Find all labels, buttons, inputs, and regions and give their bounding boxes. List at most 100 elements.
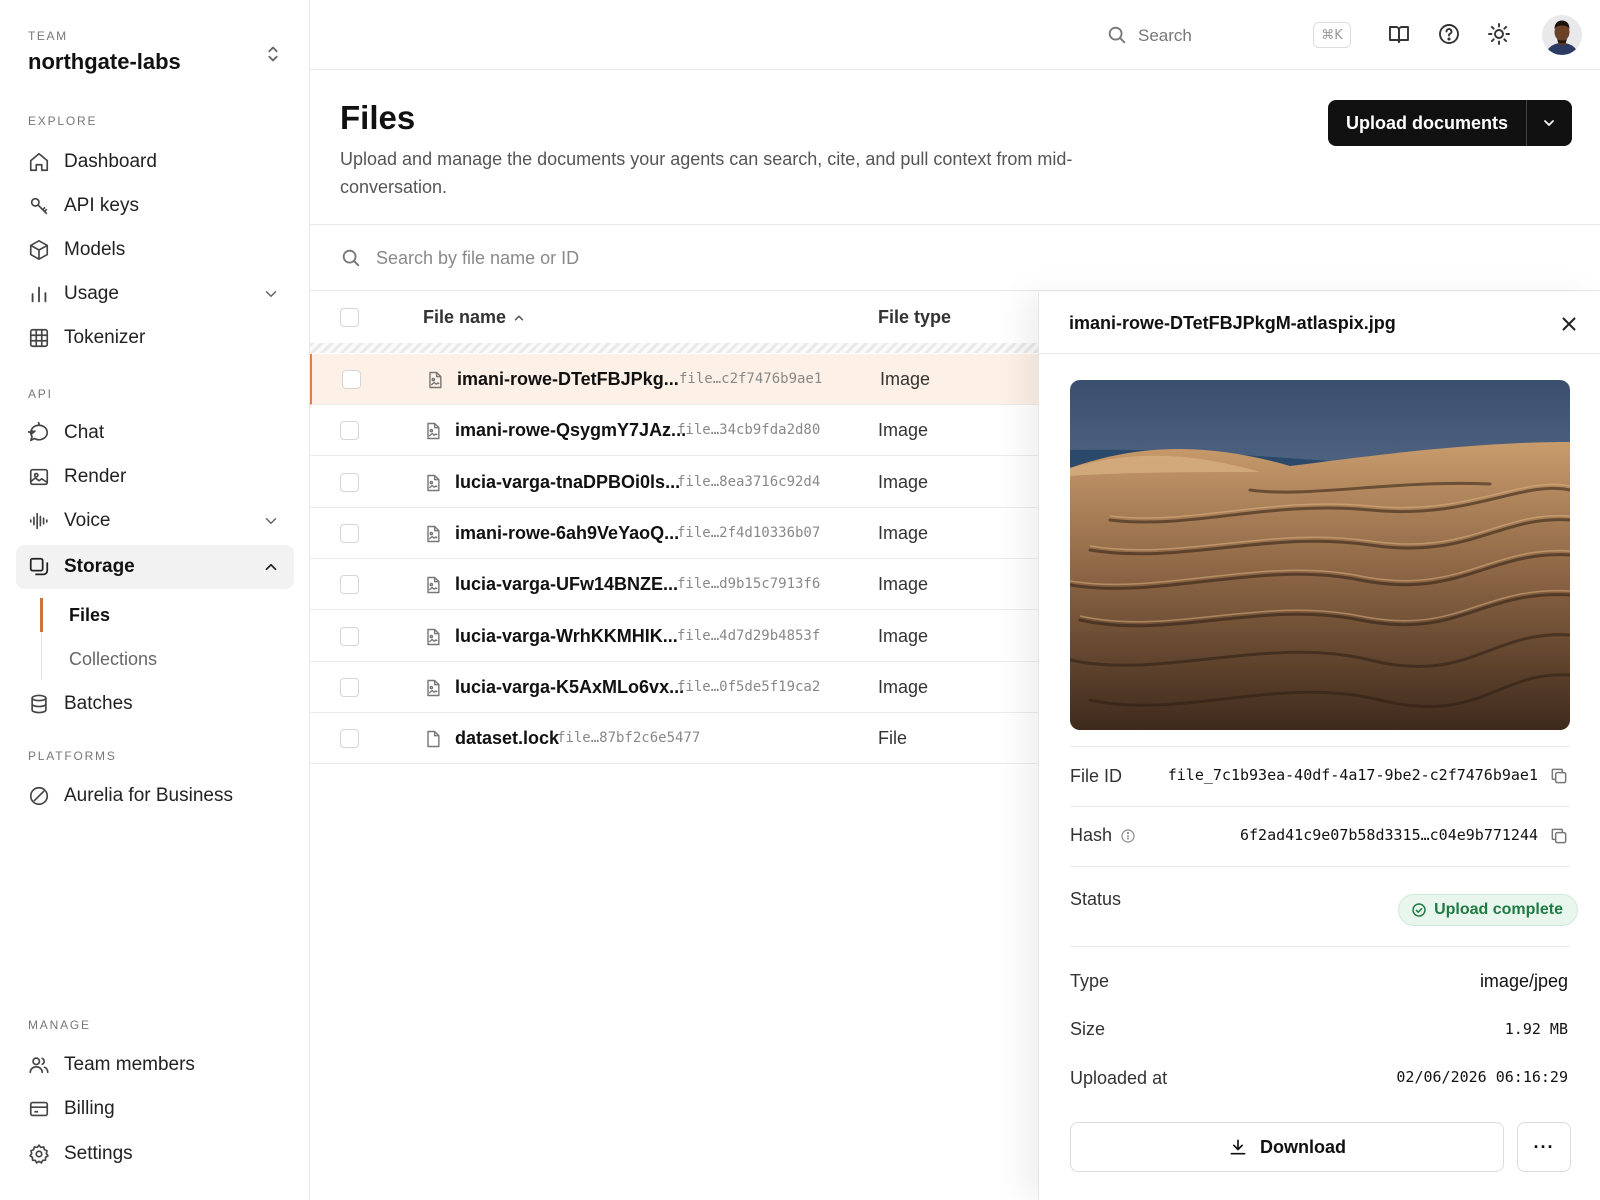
size-label: Size: [1070, 1019, 1106, 1039]
book-icon[interactable]: [1387, 22, 1411, 46]
waveform-icon: [28, 510, 50, 532]
sidebar-item-dashboard[interactable]: Dashboard: [16, 140, 294, 184]
file-name-cell: dataset.lock: [455, 728, 560, 749]
file-id-value: file_7c1b93ea-40df-4a17-9be2-c2f7476b9ae…: [1167, 766, 1538, 784]
close-icon[interactable]: [1558, 313, 1580, 335]
file-id-cell: file…87bf2c6e5477: [557, 730, 701, 747]
file-name-cell: lucia-varga-tnaDPBOi0ls...: [455, 471, 681, 492]
team-name[interactable]: northgate-labs: [28, 49, 181, 75]
sidebar-item-tokenizer[interactable]: Tokenizer: [16, 316, 294, 360]
table-row[interactable]: lucia-varga-K5AxMLo6vx... file…0f5de5f19c…: [310, 662, 1040, 713]
file-detail-panel: imani-rowe-DTetFBJPkgM-atlaspix.jpg File…: [1038, 292, 1600, 1200]
upload-options-button[interactable]: [1527, 100, 1571, 146]
row-checkbox[interactable]: [340, 421, 359, 441]
sidebar-item-usage[interactable]: Usage: [16, 272, 294, 316]
sidebar-item-models[interactable]: Models: [16, 228, 294, 272]
team-switch-icon[interactable]: [262, 43, 284, 65]
file-id-cell: file…8ea3716c92d4: [677, 473, 821, 490]
avatar[interactable]: [1542, 15, 1582, 55]
sidebar-subitem-collections[interactable]: Collections: [69, 649, 157, 670]
sidebar-item-voice[interactable]: Voice: [16, 499, 294, 543]
sidebar-item-team-members[interactable]: Team members: [16, 1043, 294, 1087]
file-search-bar: [310, 225, 1600, 291]
image-file-icon: [425, 370, 445, 390]
section-label-api: API: [28, 387, 53, 401]
row-checkbox[interactable]: [342, 370, 361, 389]
sidebar: TEAM northgate-labs EXPLORE Dashboard AP…: [0, 0, 310, 1200]
table-row[interactable]: imani-rowe-6ah9VeYaoQ... file…2f4d10336b0…: [310, 508, 1040, 559]
global-search-label: Search: [1138, 26, 1192, 45]
upload-documents-button[interactable]: Upload documents: [1328, 113, 1526, 134]
chevron-down-icon[interactable]: [262, 285, 280, 303]
file-type-cell: Image: [878, 574, 929, 595]
help-icon[interactable]: [1437, 22, 1461, 46]
table-row[interactable]: lucia-varga-WrhKKMHIK... file…4d7d29b4853…: [310, 611, 1040, 662]
grid-icon: [28, 327, 50, 349]
sidebar-item-api-keys[interactable]: API keys: [16, 184, 294, 228]
table-row[interactable]: dataset.lock file…87bf2c6e5477 File: [310, 713, 1040, 765]
file-name-cell: imani-rowe-QsygmY7JAz...: [455, 420, 687, 441]
more-options-button[interactable]: ···: [1517, 1122, 1571, 1172]
global-search[interactable]: Search: [1106, 20, 1344, 52]
download-button[interactable]: Download: [1070, 1122, 1504, 1172]
file-id-cell: file…c2f7476b9ae1: [679, 371, 823, 387]
sidebar-item-render[interactable]: Render: [16, 455, 294, 499]
row-checkbox[interactable]: [340, 626, 359, 646]
chevron-down-icon[interactable]: [262, 512, 280, 530]
column-header-file-type[interactable]: File type: [878, 307, 951, 328]
column-header-label: File name: [423, 307, 507, 327]
file-name-cell: imani-rowe-6ah9VeYaoQ...: [455, 522, 680, 543]
sidebar-subitem-files[interactable]: Files: [69, 605, 110, 626]
sidebar-item-chat[interactable]: Chat: [16, 411, 294, 455]
section-label-manage: MANAGE: [28, 1018, 91, 1032]
sidebar-item-label: Billing: [64, 1098, 115, 1119]
users-icon: [28, 1054, 50, 1076]
sun-icon[interactable]: [1487, 22, 1511, 46]
table-header: File name File type: [310, 292, 1040, 344]
sidebar-item-label: Aurelia for Business: [64, 785, 233, 806]
file-icon: [423, 729, 443, 749]
file-search-input[interactable]: [376, 243, 976, 273]
file-id-cell: file…2f4d10336b07: [677, 524, 821, 541]
table-row[interactable]: imani-rowe-QsygmY7JAz... file…34cb9fda2d8…: [310, 405, 1040, 457]
file-type-cell: Image: [878, 676, 929, 697]
check-circle-icon: [1412, 903, 1426, 917]
select-all-checkbox[interactable]: [340, 308, 359, 327]
hash-value: 6f2ad41c9e07b58d3315…c04e9b771244: [1239, 826, 1538, 844]
image-file-icon: [423, 524, 443, 544]
copy-icon[interactable]: [1549, 826, 1569, 846]
table-row[interactable]: imani-rowe-DTetFBJPkg... file…c2f7476b9ae…: [310, 354, 1040, 405]
home-icon: [28, 151, 50, 173]
column-header-file-name[interactable]: File name: [423, 307, 526, 328]
table-row[interactable]: lucia-varga-UFw14BNZE... file…d9b15c7913f…: [310, 559, 1040, 611]
download-icon: [1230, 1139, 1246, 1155]
sidebar-item-label: Dashboard: [64, 151, 157, 172]
upload-documents-split-button: Upload documents: [1328, 100, 1572, 146]
sidebar-item-billing[interactable]: Billing: [16, 1087, 294, 1131]
file-type-cell: File: [878, 728, 908, 749]
uploaded-at-value: 02/06/2026 06:16:29: [1396, 1068, 1568, 1086]
search-icon: [340, 247, 362, 269]
sidebar-item-label: Storage: [64, 556, 135, 577]
table-row[interactable]: lucia-varga-tnaDPBOi0ls... file…8ea3716c9…: [310, 457, 1040, 508]
row-checkbox[interactable]: [340, 677, 359, 697]
sidebar-item-batches[interactable]: Batches: [16, 682, 294, 726]
sidebar-item-label: Chat: [64, 422, 105, 443]
key-icon: [28, 195, 50, 217]
sidebar-item-label: Tokenizer: [64, 327, 146, 348]
row-checkbox[interactable]: [340, 472, 359, 492]
image-file-icon: [423, 473, 443, 493]
meta-divider: [1070, 746, 1570, 747]
row-checkbox[interactable]: [340, 729, 359, 749]
sidebar-item-storage[interactable]: Storage: [16, 545, 294, 589]
chevron-up-icon[interactable]: [262, 558, 280, 576]
sidebar-item-settings[interactable]: Settings: [16, 1132, 294, 1176]
sidebar-item-aurelia-for-business[interactable]: Aurelia for Business: [16, 774, 294, 818]
file-id-cell: file…d9b15c7913f6: [677, 576, 821, 593]
row-checkbox[interactable]: [340, 575, 359, 595]
panel-title: imani-rowe-DTetFBJPkgM-atlaspix.jpg: [1069, 313, 1396, 333]
info-icon[interactable]: [1120, 828, 1136, 844]
chevron-down-icon: [1544, 120, 1554, 126]
row-checkbox[interactable]: [340, 523, 359, 543]
copy-icon[interactable]: [1549, 766, 1569, 786]
